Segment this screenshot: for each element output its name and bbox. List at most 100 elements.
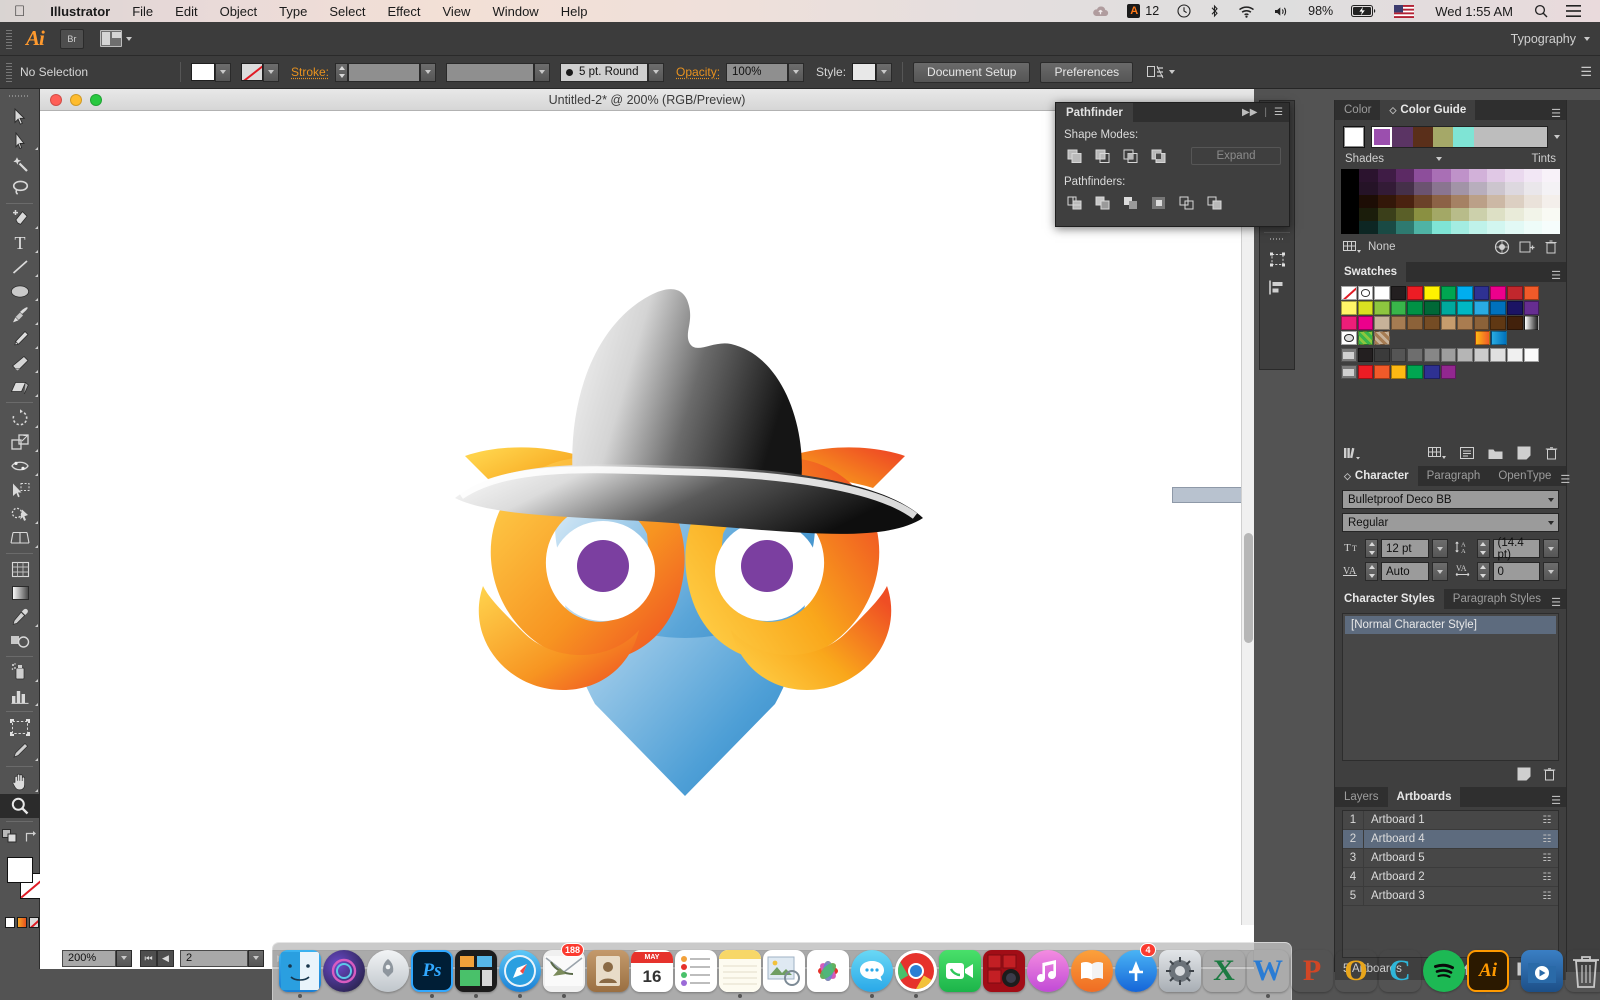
bluetooth-icon[interactable] bbox=[1200, 4, 1229, 18]
notifications-list-icon[interactable] bbox=[1557, 5, 1590, 17]
kerning-dropdown[interactable] bbox=[1431, 562, 1448, 581]
line-segment-tool[interactable] bbox=[0, 255, 40, 279]
dock-item-system-preferences[interactable] bbox=[1159, 944, 1201, 998]
search-icon[interactable] bbox=[1525, 4, 1557, 18]
pencil-tool[interactable] bbox=[0, 327, 40, 351]
eyedropper-tool[interactable] bbox=[0, 605, 40, 629]
wifi-icon[interactable] bbox=[1229, 5, 1264, 18]
panel-menu-icon[interactable]: ☰ bbox=[1551, 107, 1566, 120]
leading-stepper[interactable] bbox=[1476, 539, 1490, 558]
controlbar-overflow-menu[interactable]: ☰ bbox=[1580, 64, 1600, 80]
fill-control[interactable] bbox=[191, 62, 231, 82]
fill-swatch-large[interactable] bbox=[7, 857, 33, 883]
font-family-field[interactable]: Bulletproof Deco BB bbox=[1342, 490, 1559, 509]
menu-effect[interactable]: Effect bbox=[376, 4, 431, 19]
apple-menu-icon[interactable]:  bbox=[14, 4, 25, 19]
collapse-icon[interactable]: ▶▶ bbox=[1242, 107, 1257, 118]
menu-help[interactable]: Help bbox=[550, 4, 599, 19]
fill-dropdown[interactable] bbox=[215, 62, 231, 82]
show-swatch-kinds-icon[interactable] bbox=[1428, 446, 1446, 460]
kerning-stepper[interactable] bbox=[1365, 562, 1378, 581]
delete-style-icon[interactable] bbox=[1543, 767, 1556, 781]
speaker-icon[interactable] bbox=[1264, 5, 1299, 18]
preferences-button[interactable]: Preferences bbox=[1040, 61, 1134, 83]
dock-item-cinema4d[interactable]: C bbox=[1379, 944, 1421, 998]
artboard-canvas[interactable] bbox=[40, 111, 1254, 947]
menu-object[interactable]: Object bbox=[209, 4, 269, 19]
font-size-dropdown[interactable] bbox=[1431, 539, 1448, 558]
new-color-group-icon[interactable] bbox=[1488, 447, 1503, 460]
chevron-down-icon[interactable] bbox=[1554, 135, 1560, 139]
stroke-weight-stepper[interactable] bbox=[335, 62, 349, 82]
shape-builder-tool[interactable] bbox=[0, 502, 40, 526]
outline-icon[interactable] bbox=[1176, 193, 1198, 213]
blend-tool[interactable] bbox=[0, 629, 40, 653]
tools-panel-gripper[interactable] bbox=[9, 92, 30, 102]
mesh-tool[interactable] bbox=[0, 557, 40, 581]
table-row[interactable]: 1 Artboard 1 ☷ bbox=[1343, 811, 1558, 830]
tracking-stepper[interactable] bbox=[1476, 562, 1490, 581]
harmony-swatches[interactable] bbox=[1371, 126, 1548, 148]
kerning-control[interactable]: VA Auto bbox=[1342, 562, 1448, 581]
unite-icon[interactable] bbox=[1064, 146, 1086, 166]
font-size-field[interactable]: 12 pt bbox=[1381, 539, 1429, 558]
fill-swatch[interactable] bbox=[191, 63, 215, 81]
menu-file[interactable]: File bbox=[121, 4, 164, 19]
exclude-icon[interactable] bbox=[1148, 146, 1170, 166]
artboard-number-dropdown[interactable] bbox=[248, 949, 264, 967]
tracking-control[interactable]: VA 0 bbox=[1454, 562, 1559, 581]
font-style-field[interactable]: Regular bbox=[1342, 513, 1559, 532]
opacity-field[interactable]: 100% bbox=[726, 62, 789, 82]
rotate-tool[interactable] bbox=[0, 406, 40, 430]
opacity-label[interactable]: Opacity: bbox=[676, 65, 720, 79]
color-button[interactable] bbox=[5, 917, 15, 928]
lasso-tool[interactable] bbox=[0, 176, 40, 200]
kerning-field[interactable]: Auto bbox=[1381, 562, 1429, 581]
dock-item-mission-control[interactable] bbox=[455, 944, 497, 998]
zoom-level-field[interactable]: 200% bbox=[62, 949, 116, 967]
hand-tool[interactable] bbox=[0, 770, 40, 794]
symbol-sprayer-tool[interactable] bbox=[0, 660, 40, 684]
stroke-profile-dropdown[interactable] bbox=[534, 62, 551, 82]
scale-tool[interactable] bbox=[0, 430, 40, 454]
scrollbar-thumb[interactable] bbox=[1244, 533, 1253, 643]
stroke-color-control[interactable] bbox=[241, 62, 279, 82]
leading-control[interactable]: AA (14.4 pt) bbox=[1454, 537, 1559, 561]
dock-item-preview[interactable] bbox=[763, 944, 805, 998]
type-tool[interactable]: T bbox=[0, 231, 40, 255]
opacity-dropdown[interactable] bbox=[788, 62, 805, 82]
base-color-swatch[interactable] bbox=[1343, 126, 1365, 148]
list-item[interactable]: [Normal Character Style] bbox=[1345, 616, 1556, 634]
tab-color-guide[interactable]: ◇ Color Guide bbox=[1380, 100, 1476, 120]
artboards-list[interactable]: 1 Artboard 1 ☷ 2 Artboard 4 ☷ 3 Artboard… bbox=[1342, 810, 1559, 958]
new-style-icon[interactable] bbox=[1517, 767, 1531, 781]
none-button[interactable] bbox=[29, 917, 39, 928]
font-size-stepper[interactable] bbox=[1365, 539, 1378, 558]
dock-item-safari[interactable] bbox=[499, 944, 541, 998]
dock-item-ibooks[interactable] bbox=[1071, 944, 1113, 998]
panel-menu-icon[interactable]: ☰ bbox=[1551, 596, 1566, 609]
align-icon[interactable] bbox=[1260, 273, 1294, 301]
stroke-dropdown[interactable] bbox=[263, 62, 279, 82]
panel-menu-icon[interactable]: ☰ bbox=[1551, 794, 1566, 807]
tab-character-styles[interactable]: Character Styles bbox=[1335, 589, 1444, 609]
artboard-options-icon[interactable]: ☷ bbox=[1536, 853, 1558, 864]
panel-menu-icon[interactable]: ☰ bbox=[1274, 107, 1283, 118]
minus-front-icon[interactable] bbox=[1092, 146, 1114, 166]
align-to-control[interactable] bbox=[1147, 65, 1176, 80]
dock-item-photoshop[interactable]: Ps bbox=[411, 944, 453, 998]
swatch-grid[interactable] bbox=[1335, 282, 1566, 442]
stroke-profile-field[interactable] bbox=[446, 62, 535, 82]
dock-item-app-store[interactable]: 4 bbox=[1115, 943, 1157, 998]
panel-menu-icon[interactable]: ☰ bbox=[1551, 269, 1566, 282]
artboard-options-icon[interactable]: ☷ bbox=[1536, 891, 1558, 902]
cloud-upload-icon[interactable] bbox=[1083, 5, 1118, 18]
merge-icon[interactable] bbox=[1120, 193, 1142, 213]
zoom-tool[interactable] bbox=[0, 794, 40, 818]
tab-color[interactable]: Color bbox=[1335, 100, 1380, 120]
intersect-icon[interactable] bbox=[1120, 146, 1142, 166]
dock-item-calendar[interactable]: MAY 16 bbox=[631, 944, 673, 998]
document-setup-button[interactable]: Document Setup bbox=[913, 61, 1031, 83]
dock-item-photo-booth[interactable] bbox=[983, 944, 1025, 998]
dock-item-spotify[interactable] bbox=[1423, 944, 1465, 998]
